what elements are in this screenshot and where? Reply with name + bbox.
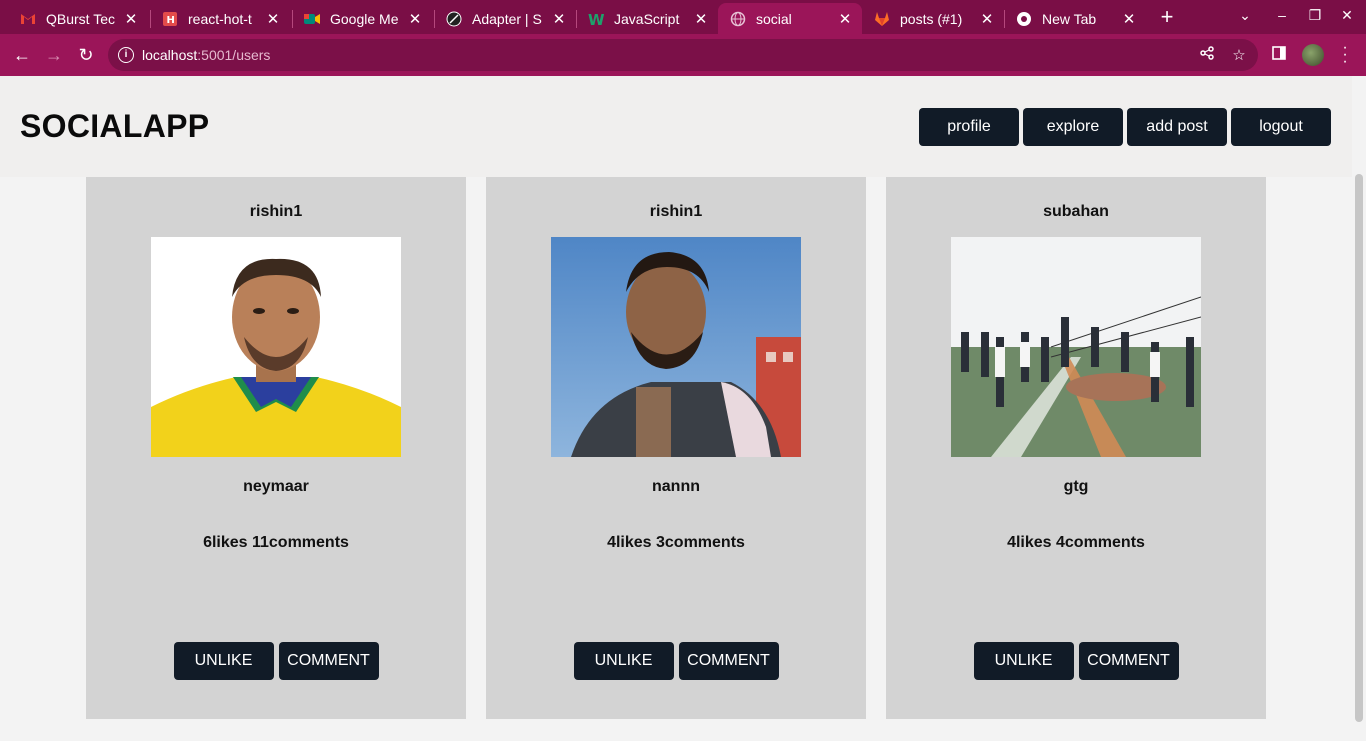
tab-title: JavaScript [614, 10, 680, 27]
url-text[interactable]: localhost:5001/users [142, 47, 270, 63]
address-bar[interactable]: i localhost:5001/users ☆ [108, 39, 1258, 71]
close-icon[interactable]: ✕ [264, 10, 282, 28]
tab-title: Google Me [330, 10, 399, 27]
logout-button[interactable]: logout [1231, 108, 1331, 146]
browser-tab-google-meet[interactable]: Google Me ✕ [292, 3, 432, 34]
site-info-icon[interactable]: i [118, 47, 134, 63]
post-actions: UNLIKE COMMENT [486, 642, 866, 680]
post-stats: 4likes 4comments [1007, 534, 1145, 551]
close-icon[interactable]: ✕ [692, 10, 710, 28]
post-card: rishin1 nannn 4likes 3comments UNLIKE CO… [486, 177, 866, 719]
restore-icon[interactable]: ❐ [1305, 7, 1325, 24]
browser-tab-adapter[interactable]: Adapter | S ✕ [434, 3, 576, 34]
tab-title: QBurst Tec [46, 10, 115, 27]
comment-button[interactable]: COMMENT [278, 642, 379, 680]
post-username: subahan [1043, 203, 1109, 220]
post-username: rishin1 [649, 203, 703, 220]
tab-title: social [756, 10, 792, 27]
close-icon[interactable]: ✕ [406, 10, 424, 28]
post-actions: UNLIKE COMMENT [886, 642, 1266, 680]
app-header: SOCIALAPP profile explore add post logou… [0, 76, 1352, 177]
tab-title: react-hot-t [188, 10, 252, 27]
close-icon[interactable]: ✕ [122, 10, 140, 28]
explore-button[interactable]: explore [1023, 108, 1123, 146]
browser-tab-javascript[interactable]: W JavaScript ✕ [576, 3, 718, 34]
post-image [551, 237, 801, 457]
unlike-button[interactable]: UNLIKE [173, 642, 274, 680]
browser-tab-social[interactable]: social ✕ [718, 3, 862, 34]
tab-title: Adapter | S [472, 10, 542, 27]
post-stats: 6likes 11comments [203, 534, 349, 551]
forward-arrow-icon[interactable]: → [42, 43, 66, 67]
post-image [951, 237, 1201, 457]
globe-icon [730, 11, 746, 27]
browser-tab-new-tab[interactable]: New Tab ✕ [1004, 3, 1146, 34]
profile-avatar[interactable] [1302, 44, 1324, 66]
close-icon[interactable]: ✕ [550, 10, 568, 28]
reload-icon[interactable]: ↻ [74, 43, 98, 67]
browser-tab-strip: QBurst Tec ✕ H react-hot-t ✕ Google Me ✕… [0, 0, 1366, 34]
browser-tab-qburst[interactable]: QBurst Tec ✕ [8, 3, 148, 34]
page-scrollbar[interactable] [1352, 76, 1366, 741]
app-brand[interactable]: SOCIALAPP [20, 108, 209, 145]
browser-toolbar: ← → ↻ i localhost:5001/users ☆ · · · [0, 34, 1366, 76]
close-icon[interactable]: ✕ [978, 10, 996, 28]
chrome-icon [1016, 11, 1032, 27]
minimize-icon[interactable]: – [1272, 7, 1292, 23]
gmail-icon [20, 11, 36, 27]
tab-title: posts (#1) [900, 10, 963, 27]
comment-button[interactable]: COMMENT [678, 642, 779, 680]
unlike-button[interactable]: UNLIKE [573, 642, 674, 680]
close-icon[interactable]: ✕ [1120, 10, 1138, 28]
post-caption: gtg [1063, 478, 1089, 495]
h-logo-icon: H [162, 11, 178, 27]
profile-button[interactable]: profile [919, 108, 1019, 146]
window-close-icon[interactable]: ✕ [1337, 7, 1357, 24]
post-username: rishin1 [249, 203, 303, 220]
post-card: rishin1 neymaar 6likes 11comments UNLIKE… [86, 177, 466, 719]
post-image [151, 237, 401, 457]
browser-tab-gitlab[interactable]: posts (#1) ✕ [862, 3, 1004, 34]
scrollbar-thumb[interactable] [1355, 174, 1363, 722]
post-list: rishin1 neymaar 6likes 11comments UNLIKE… [86, 177, 1266, 719]
tab-title: New Tab [1042, 10, 1097, 27]
post-stats: 4likes 3comments [607, 534, 745, 551]
svg-text:W: W [588, 12, 604, 26]
more-menu-icon[interactable]: · · · [1340, 40, 1350, 70]
page-viewport: SOCIALAPP profile explore add post logou… [0, 76, 1366, 741]
share-icon[interactable] [1198, 46, 1216, 64]
side-panel-icon[interactable] [1272, 46, 1286, 63]
gitlab-icon [874, 11, 890, 27]
new-tab-plus-icon[interactable]: + [1156, 6, 1178, 28]
meet-icon [304, 11, 320, 27]
close-icon[interactable]: ✕ [836, 10, 854, 28]
browser-tab-react-hot[interactable]: H react-hot-t ✕ [150, 3, 290, 34]
tab-search-chevron-icon[interactable]: ⌄ [1235, 7, 1255, 24]
w-logo-icon: W [588, 11, 604, 27]
compass-icon [446, 11, 462, 27]
post-caption: neymaar [243, 478, 309, 495]
post-caption: nannn [652, 478, 700, 495]
svg-text:H: H [167, 15, 175, 26]
add-post-button[interactable]: add post [1127, 108, 1227, 146]
bookmark-star-icon[interactable]: ☆ [1230, 46, 1248, 64]
post-actions: UNLIKE COMMENT [86, 642, 466, 680]
unlike-button[interactable]: UNLIKE [973, 642, 1074, 680]
back-arrow-icon[interactable]: ← [10, 43, 34, 67]
post-card: subahan gtg 4likes 4comments UNLIKE COMM… [886, 177, 1266, 719]
app-nav: profile explore add post logout [919, 108, 1331, 146]
comment-button[interactable]: COMMENT [1078, 642, 1179, 680]
